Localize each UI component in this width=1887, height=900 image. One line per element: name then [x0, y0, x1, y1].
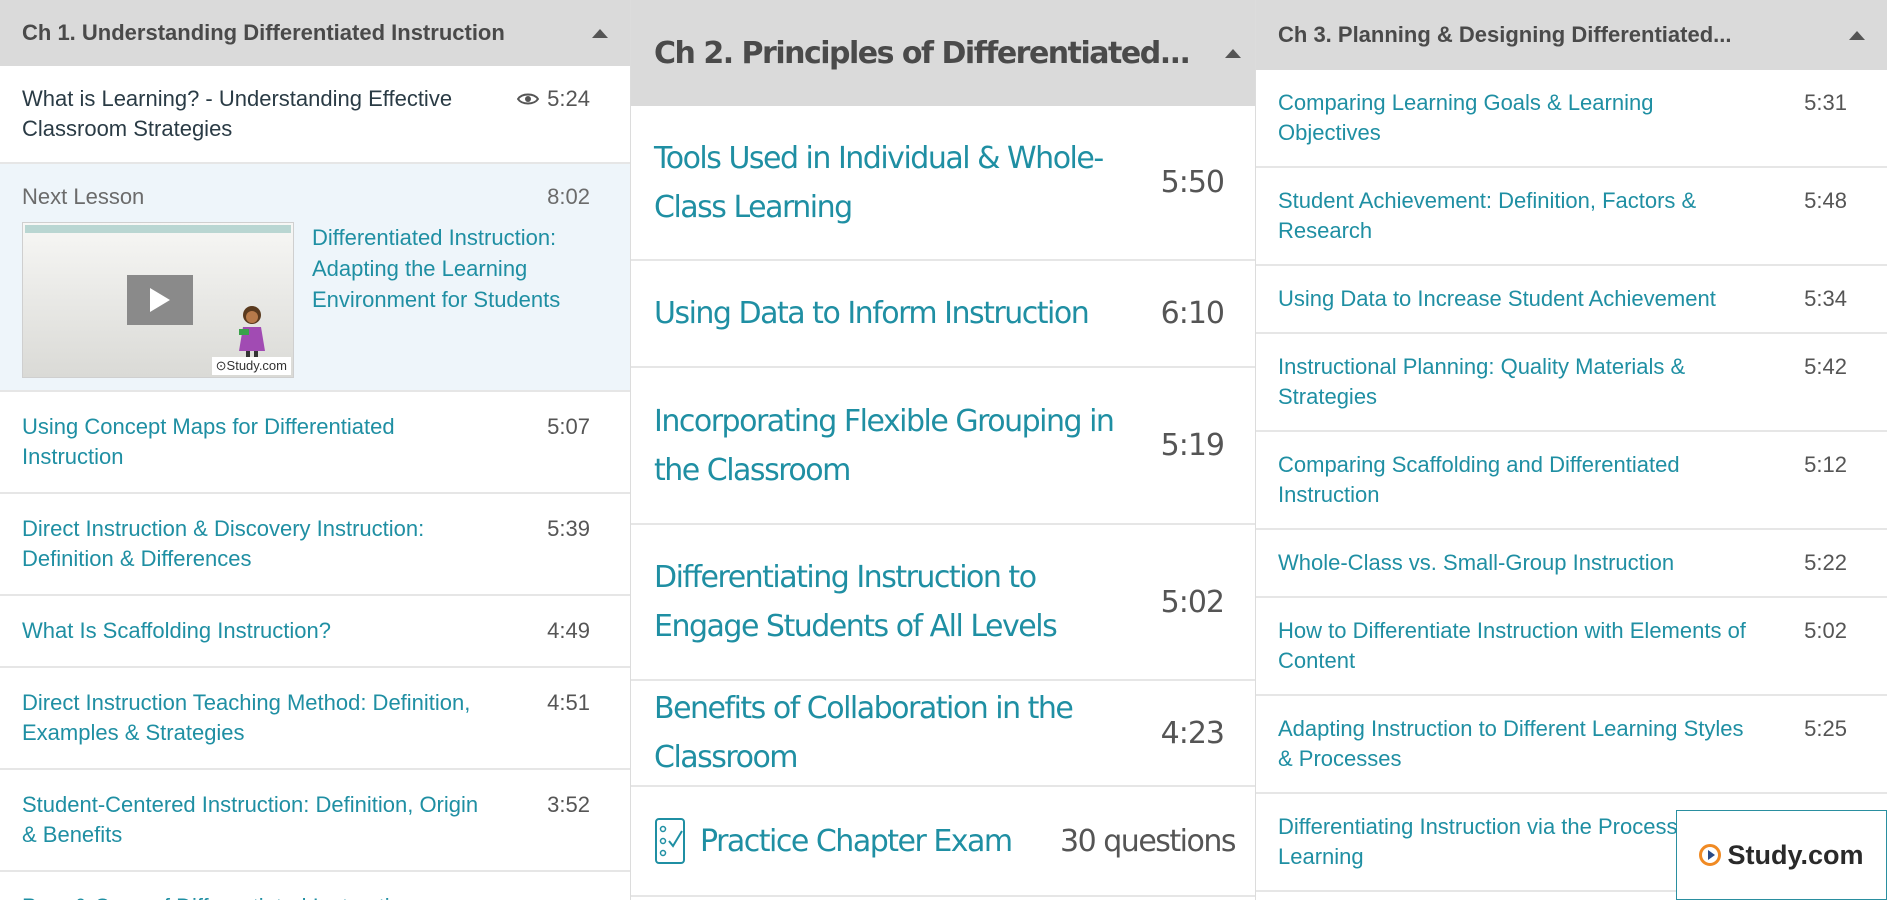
lesson-row[interactable]: Comparing Learning Goals & Learning Obje… — [1256, 70, 1887, 168]
lesson-duration: 5:25 — [1804, 716, 1847, 741]
lesson-title[interactable]: Using Data to Increase Student Achieveme… — [1278, 284, 1748, 314]
lesson-title[interactable]: Student Achievement: Definition, Factors… — [1278, 186, 1748, 246]
video-thumbnail[interactable]: ⊙Study.com — [22, 222, 294, 378]
lesson-title[interactable]: Student-Centered Instruction: Definition… — [22, 790, 492, 850]
lesson-row[interactable]: Using Concept Maps for Differentiated In… — [0, 392, 630, 494]
lesson-title[interactable]: Whole-Class vs. Small-Group Instruction — [1278, 548, 1748, 578]
next-lesson-title[interactable]: Differentiated Instruction: Adapting the… — [312, 222, 590, 378]
next-lesson-label: Next Lesson — [22, 184, 145, 209]
lesson-duration: 4:51 — [547, 690, 590, 715]
current-lesson-duration: 5:24 — [547, 86, 590, 111]
collapse-caret-icon[interactable] — [1225, 48, 1241, 58]
lesson-title[interactable]: Pros & Cons of Differentiated Instructio… — [22, 892, 492, 900]
lesson-title[interactable]: Using Data to Inform Instruction — [654, 289, 1124, 338]
lesson-duration: 5:42 — [1804, 354, 1847, 379]
lesson-duration: 5:19 — [1160, 428, 1225, 463]
chapter-1-lesson-list: Using Concept Maps for Differentiated In… — [0, 392, 630, 900]
eye-icon — [517, 93, 540, 105]
lesson-row[interactable]: Student Achievement: Definition, Factors… — [1256, 168, 1887, 266]
lesson-title[interactable]: Benefits of Collaboration in the Classro… — [654, 684, 1124, 782]
lesson-row[interactable]: Benefits of Collaboration in the Classro… — [631, 681, 1255, 787]
lesson-duration: 5:07 — [547, 414, 590, 439]
practice-exam-row[interactable]: Practice Chapter Exam 30 questions — [631, 787, 1255, 897]
lesson-row[interactable]: Direct Instruction & Discovery Instructi… — [0, 494, 630, 596]
lesson-row[interactable]: How to Differentiate Instruction with El… — [1256, 598, 1887, 696]
lesson-duration: 5:22 — [1804, 550, 1847, 575]
lesson-row[interactable]: Differentiating Instruction to Engage St… — [631, 525, 1255, 681]
chapter-3-title: Ch 3. Planning & Designing Differentiate… — [1278, 22, 1732, 47]
current-lesson-title[interactable]: What is Learning? - Understanding Effect… — [22, 84, 492, 144]
lesson-title[interactable]: Comparing Learning Goals & Learning Obje… — [1278, 88, 1748, 148]
chapter-2-title: Ch 2. Principles of Differentiated... — [654, 35, 1191, 71]
lesson-title[interactable]: Incorporating Flexible Grouping in the C… — [654, 397, 1124, 495]
lesson-duration: 5:02 — [1804, 618, 1847, 643]
lesson-title[interactable]: Differentiating Instruction to Engage St… — [654, 553, 1124, 651]
lesson-duration: 3:52 — [547, 792, 590, 817]
lesson-row[interactable]: Adapting Instruction to Different Learni… — [1256, 696, 1887, 794]
lesson-title[interactable]: Instructional Planning: Quality Material… — [1278, 352, 1748, 412]
lesson-duration: 5:12 — [1804, 452, 1847, 477]
lesson-row[interactable]: What Is Scaffolding Instruction? 4:49 — [0, 596, 630, 668]
lesson-duration: 5:50 — [1160, 165, 1225, 200]
lesson-duration: 4:23 — [1160, 715, 1225, 751]
next-lesson-duration: 8:02 — [547, 184, 590, 209]
practice-exam-label[interactable]: Practice Chapter Exam — [700, 824, 1013, 859]
lesson-duration: 4:49 — [547, 618, 590, 643]
chapter-1-title: Ch 1. Understanding Differentiated Instr… — [22, 20, 505, 45]
lesson-row[interactable]: Using Data to Increase Student Achieveme… — [1256, 266, 1887, 334]
lesson-row[interactable]: Incorporating Flexible Grouping in the C… — [631, 368, 1255, 525]
lesson-duration: 5:34 — [1804, 286, 1847, 311]
lesson-title[interactable]: What Is Scaffolding Instruction? — [22, 616, 492, 646]
lesson-title[interactable]: Direct Instruction & Discovery Instructi… — [22, 514, 492, 574]
next-lesson-card[interactable]: Next Lesson 8:02 ⊙Study.com Differentiat… — [0, 164, 630, 392]
lesson-duration: 5:02 — [1160, 584, 1225, 620]
lesson-title[interactable]: Direct Instruction Teaching Method: Defi… — [22, 688, 492, 748]
lesson-title[interactable]: Adapting Instruction to Different Learni… — [1278, 714, 1748, 774]
chapter-1-panel: Ch 1. Understanding Differentiated Instr… — [0, 0, 631, 900]
chapter-3-header[interactable]: Ch 3. Planning & Designing Differentiate… — [1256, 0, 1887, 70]
checklist-icon — [655, 818, 685, 864]
watermark-text: Study.com — [1727, 839, 1864, 870]
lesson-row[interactable]: Comparing Scaffolding and Differentiated… — [1256, 432, 1887, 530]
lesson-row[interactable]: Instructional Planning: Quality Material… — [1256, 334, 1887, 432]
cartoon-student-icon — [239, 306, 265, 358]
chapter-2-header[interactable]: Ch 2. Principles of Differentiated... — [631, 0, 1255, 106]
lesson-title[interactable]: Tools Used in Individual & Whole-Class L… — [654, 134, 1124, 232]
chapter-1-header[interactable]: Ch 1. Understanding Differentiated Instr… — [0, 0, 630, 66]
thumbnail-caption-bar — [25, 225, 291, 233]
lesson-duration: 5:48 — [1804, 188, 1847, 213]
lesson-row[interactable]: Pros & Cons of Differentiated Instructio… — [0, 872, 630, 900]
thumbnail-logo: ⊙Study.com — [211, 357, 291, 375]
chapter-3-panel: Ch 3. Planning & Designing Differentiate… — [1255, 0, 1887, 900]
play-button-icon[interactable] — [127, 275, 193, 325]
lesson-title[interactable]: Comparing Scaffolding and Differentiated… — [1278, 450, 1748, 510]
chapter-2-panel: Ch 2. Principles of Differentiated... To… — [631, 0, 1255, 900]
collapse-caret-icon[interactable] — [1849, 30, 1865, 40]
current-lesson-row[interactable]: What is Learning? - Understanding Effect… — [0, 66, 630, 164]
study-com-logo-icon — [1699, 844, 1722, 866]
lesson-duration: 5:31 — [1804, 90, 1847, 115]
collapse-caret-icon[interactable] — [592, 28, 608, 38]
lesson-row[interactable]: Using Data to Inform Instruction 6:10 — [631, 261, 1255, 368]
lesson-row[interactable]: Student-Centered Instruction: Definition… — [0, 770, 630, 872]
practice-exam-count: 30 questions — [1060, 823, 1236, 859]
lesson-duration: 6:10 — [1160, 296, 1225, 331]
lesson-title[interactable]: How to Differentiate Instruction with El… — [1278, 616, 1748, 676]
current-lesson-meta: 5:24 — [517, 84, 590, 114]
lesson-duration: 5:39 — [547, 516, 590, 541]
lesson-row[interactable]: Direct Instruction Teaching Method: Defi… — [0, 668, 630, 770]
lesson-row[interactable]: Tools Used in Individual & Whole-Class L… — [631, 106, 1255, 261]
lesson-row[interactable]: Whole-Class vs. Small-Group Instruction 5… — [1256, 530, 1887, 598]
study-com-watermark: Study.com — [1676, 810, 1887, 900]
lesson-title[interactable]: Using Concept Maps for Differentiated In… — [22, 412, 492, 472]
